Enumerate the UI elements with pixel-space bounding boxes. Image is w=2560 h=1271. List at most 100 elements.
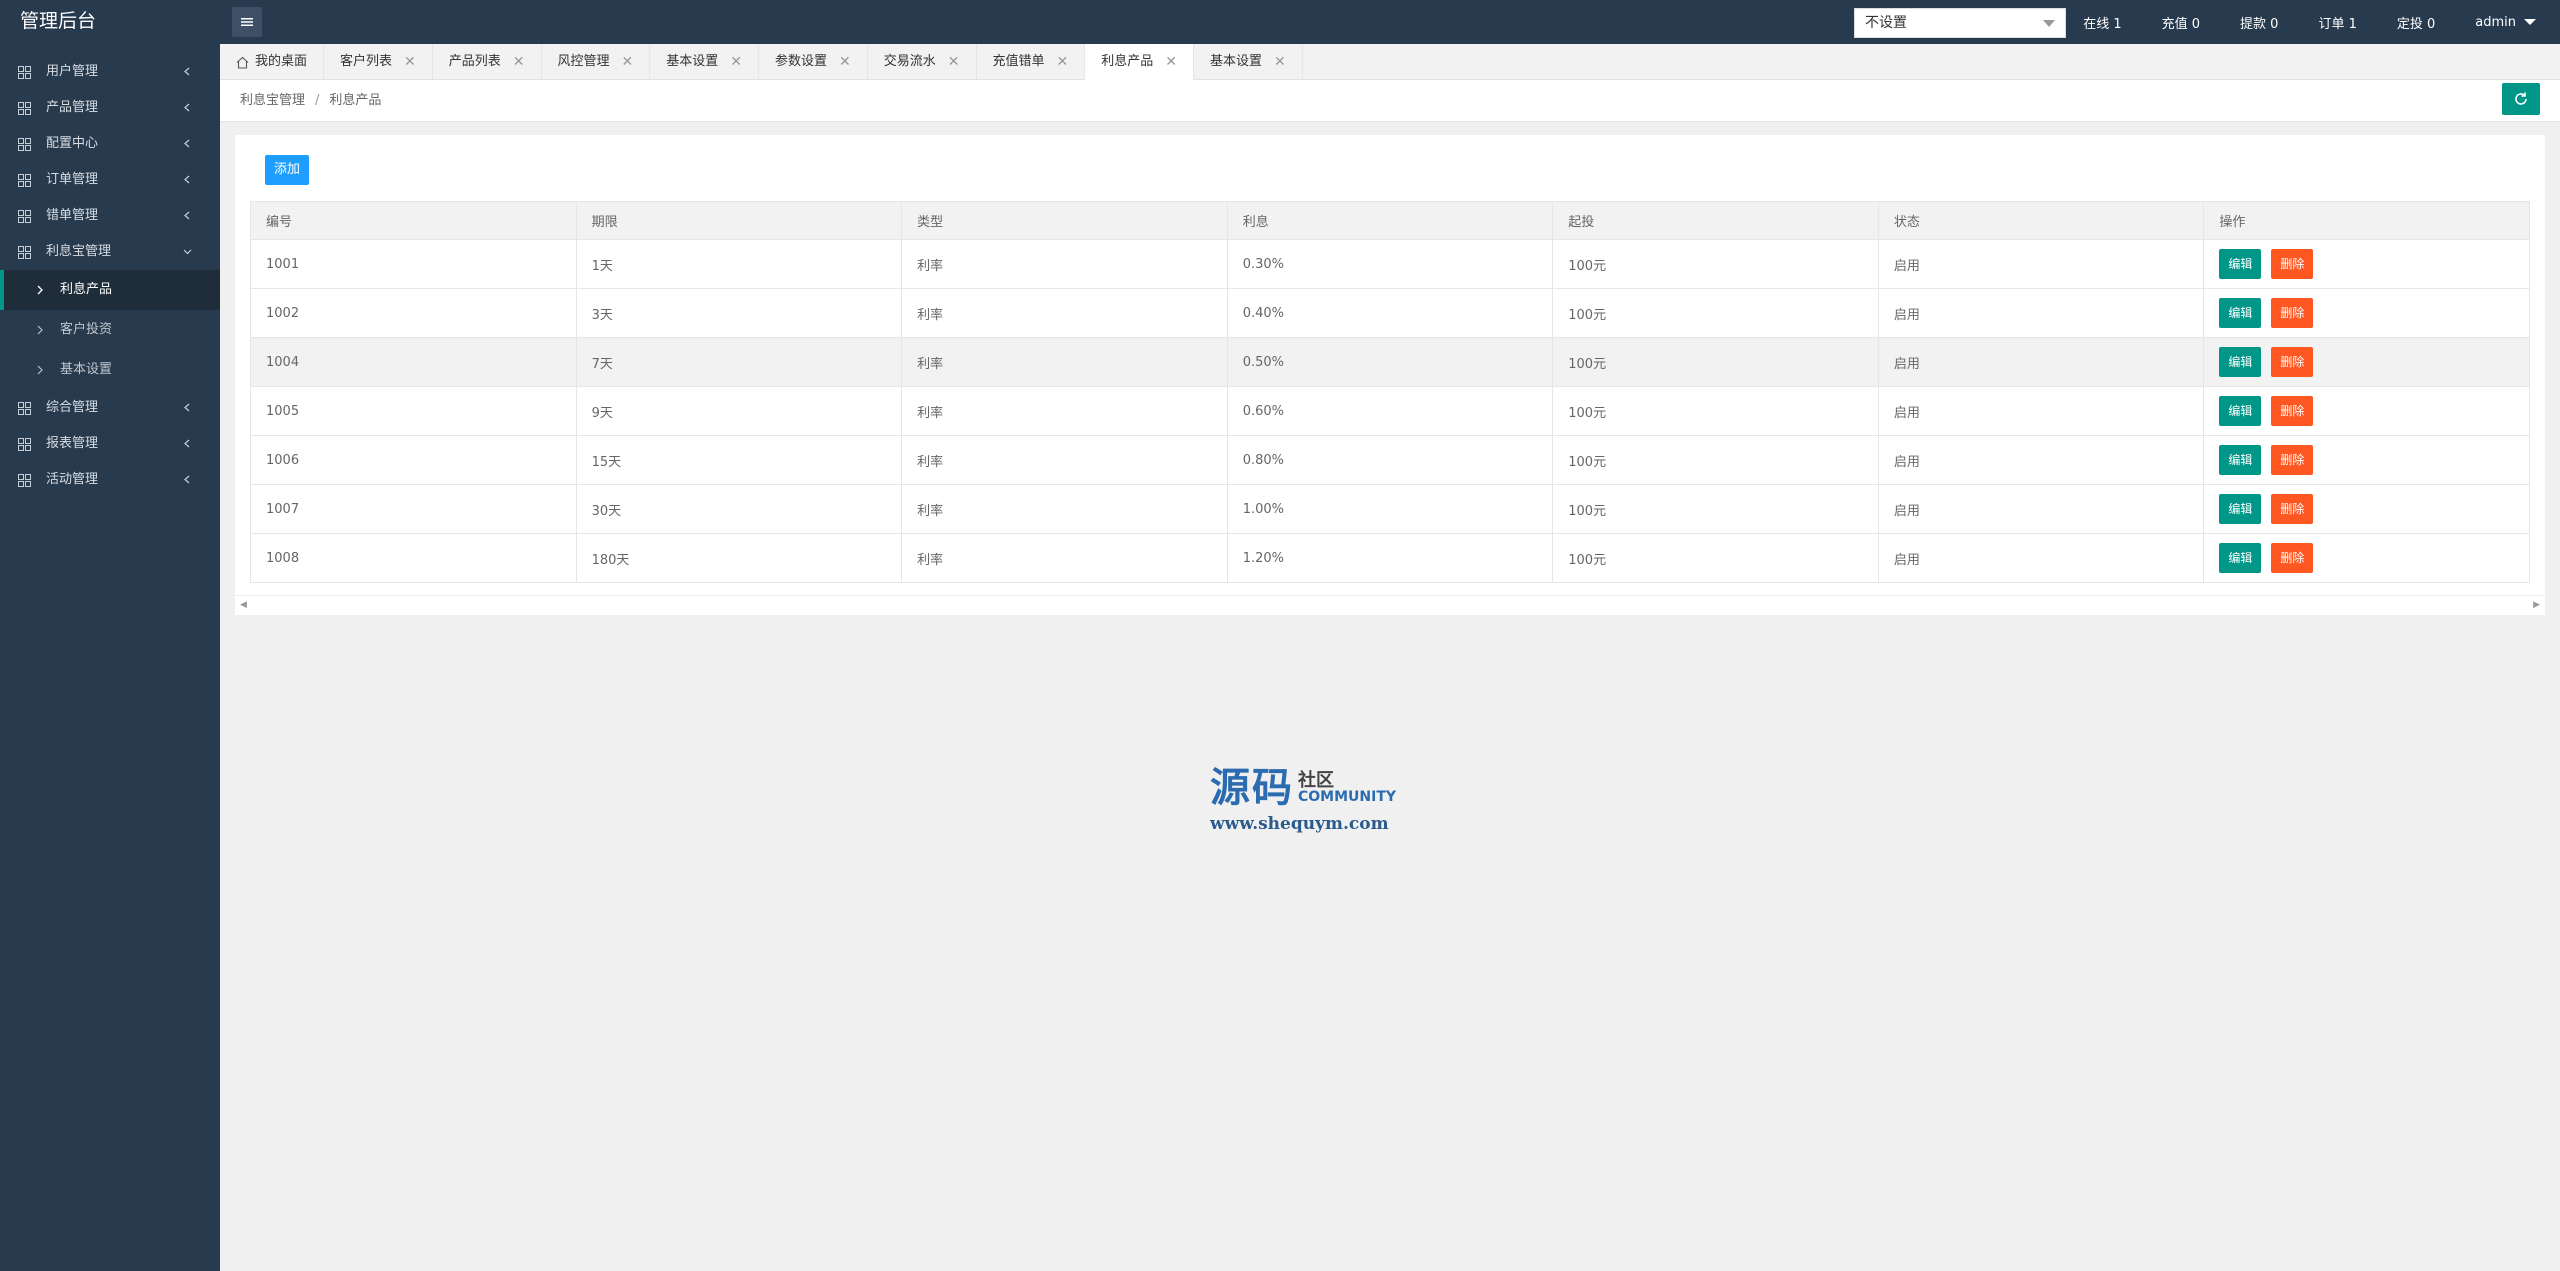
breadcrumb-item[interactable]: 利息宝管理: [240, 93, 305, 108]
column-header: 起投: [1552, 201, 1879, 240]
table-row: 1004 7天 利率 0.50% 100元 启用 编辑 删除: [250, 337, 2530, 387]
edit-button[interactable]: 编辑: [2219, 249, 2262, 279]
sidebar-item-orders[interactable]: 订单管理: [0, 162, 220, 198]
chevron-left-icon: [184, 439, 190, 448]
close-icon[interactable]: ✕: [404, 44, 416, 80]
edit-button[interactable]: 编辑: [2219, 298, 2262, 328]
close-icon[interactable]: ✕: [948, 44, 960, 80]
scroll-left-icon[interactable]: ◀: [240, 600, 247, 610]
delete-button[interactable]: 删除: [2271, 249, 2314, 279]
cell-status: 启用: [1877, 484, 2205, 534]
delete-button[interactable]: 删除: [2271, 494, 2314, 524]
cell-term: 7天: [575, 337, 903, 387]
delete-button[interactable]: 删除: [2271, 347, 2314, 377]
refresh-button[interactable]: [2502, 83, 2540, 115]
edit-button[interactable]: 编辑: [2219, 543, 2262, 573]
table-row: 1007 30天 利率 1.00% 100元 启用 编辑 删除: [250, 484, 2530, 534]
column-header: 期限: [575, 201, 903, 240]
column-header: 类型: [901, 201, 1228, 240]
site-select[interactable]: 不设置: [1854, 8, 2066, 38]
cell-term: 15天: [575, 435, 903, 485]
sidebar-item-label: 用户管理: [46, 64, 99, 79]
cell-status: 启用: [1877, 239, 2205, 289]
cell-min-invest: 100元: [1552, 435, 1879, 485]
delete-button[interactable]: 删除: [2271, 298, 2314, 328]
close-icon[interactable]: ✕: [1057, 44, 1069, 80]
chevron-right-icon: [37, 365, 43, 375]
delete-button[interactable]: 删除: [2271, 445, 2314, 475]
close-icon[interactable]: ✕: [839, 44, 851, 80]
sidebar-item-users[interactable]: 用户管理: [0, 54, 220, 90]
refresh-icon: [2515, 92, 2527, 105]
chevron-left-icon: [184, 175, 190, 184]
stat-fixed-invest[interactable]: 定投 0: [2397, 13, 2435, 32]
tab-label: 风控管理: [557, 54, 610, 69]
tab-customer-list[interactable]: 客户列表 ✕: [324, 44, 433, 80]
cell-term: 1天: [575, 239, 903, 289]
stat-online[interactable]: 在线 1: [2083, 13, 2121, 32]
sidebar-item-error-orders[interactable]: 错单管理: [0, 198, 220, 234]
tab-desktop[interactable]: 我的桌面: [220, 44, 325, 80]
tab-bar: 我的桌面 客户列表 ✕ 产品列表 ✕ 风控管理 ✕ 基本设置 ✕ 参数设置 ✕ 交易流水 ✕…: [220, 44, 2560, 80]
sidebar-item-label: 报表管理: [46, 436, 99, 451]
edit-button[interactable]: 编辑: [2219, 445, 2262, 475]
stat-withdraw[interactable]: 提款 0: [2240, 13, 2278, 32]
sidebar-subitem-label: 客户投资: [60, 322, 113, 337]
sidebar-item-general[interactable]: 综合管理: [0, 390, 220, 426]
tab-risk-control[interactable]: 风控管理 ✕: [542, 44, 651, 80]
edit-button[interactable]: 编辑: [2219, 396, 2262, 426]
cell-actions: 编辑 删除: [2203, 533, 2530, 583]
grid-icon: [18, 102, 31, 115]
sidebar-subitem-customer-investment[interactable]: 客户投资: [0, 310, 220, 350]
tab-basic-settings-2[interactable]: 基本设置 ✕: [1194, 44, 1303, 80]
sidebar-item-activities[interactable]: 活动管理: [0, 462, 220, 498]
tab-transactions[interactable]: 交易流水 ✕: [868, 44, 977, 80]
horizontal-scrollbar[interactable]: ◀ ▶: [235, 595, 2545, 611]
add-button[interactable]: 添加: [265, 155, 309, 185]
chevron-left-icon: [184, 139, 190, 148]
top-bar: 管理后台 不设置 在线 1 充值 0 提款 0 订单 1 定投 0 admin: [0, 0, 2560, 44]
sidebar: 用户管理 产品管理 配置中心 订单管理 错单管理 利息宝管理 利息产品 客户投资…: [0, 44, 220, 1271]
tab-recharge-errors[interactable]: 充值错单 ✕: [977, 44, 1086, 80]
tab-parameter-settings[interactable]: 参数设置 ✕: [759, 44, 868, 80]
grid-icon: [18, 66, 31, 79]
edit-button[interactable]: 编辑: [2219, 494, 2262, 524]
sidebar-item-interest-treasure[interactable]: 利息宝管理: [0, 234, 220, 270]
scroll-right-icon[interactable]: ▶: [2533, 600, 2540, 610]
sidebar-subitem-basic-settings[interactable]: 基本设置: [0, 350, 220, 390]
close-icon[interactable]: ✕: [1165, 44, 1177, 80]
delete-button[interactable]: 删除: [2271, 396, 2314, 426]
sidebar-item-config[interactable]: 配置中心: [0, 126, 220, 162]
delete-button[interactable]: 删除: [2271, 543, 2314, 573]
sidebar-item-products[interactable]: 产品管理: [0, 90, 220, 126]
watermark-community-text: COMMUNITY: [1298, 789, 1397, 805]
sidebar-subitem-interest-products[interactable]: 利息产品: [0, 270, 220, 310]
grid-icon: [18, 174, 31, 187]
watermark-big-text: 源码: [1210, 764, 1294, 811]
hamburger-icon: [241, 18, 253, 26]
app-title: 管理后台: [20, 10, 97, 32]
edit-button[interactable]: 编辑: [2219, 347, 2262, 377]
table-row: 1001 1天 利率 0.30% 100元 启用 编辑 删除: [250, 239, 2530, 289]
sidebar-item-reports[interactable]: 报表管理: [0, 426, 220, 462]
tab-basic-settings[interactable]: 基本设置 ✕: [650, 44, 760, 80]
cell-id: 1006: [250, 435, 577, 485]
stat-recharge[interactable]: 充值 0: [2162, 13, 2200, 32]
cell-id: 1005: [250, 386, 577, 436]
tab-product-list[interactable]: 产品列表 ✕: [433, 44, 542, 80]
cell-status: 启用: [1877, 533, 2205, 583]
table-header-row: 编号 期限 类型 利息 起投 状态 操作: [250, 201, 2530, 240]
sidebar-item-label: 活动管理: [46, 472, 99, 487]
products-table: 编号 期限 类型 利息 起投 状态 操作 1001 1天 利率 0.30% 10…: [250, 201, 2530, 583]
user-menu[interactable]: admin: [2475, 15, 2536, 30]
menu-toggle-button[interactable]: [232, 7, 262, 37]
close-icon[interactable]: ✕: [513, 44, 525, 80]
close-icon[interactable]: ✕: [730, 44, 742, 80]
close-icon[interactable]: ✕: [622, 44, 634, 80]
breadcrumb-item-current: 利息产品: [329, 93, 382, 108]
column-header: 利息: [1226, 201, 1554, 240]
stat-orders[interactable]: 订单 1: [2318, 13, 2356, 32]
close-icon[interactable]: ✕: [1274, 44, 1286, 80]
tab-interest-products[interactable]: 利息产品 ✕: [1085, 44, 1195, 80]
cell-interest: 1.00%: [1226, 484, 1554, 534]
